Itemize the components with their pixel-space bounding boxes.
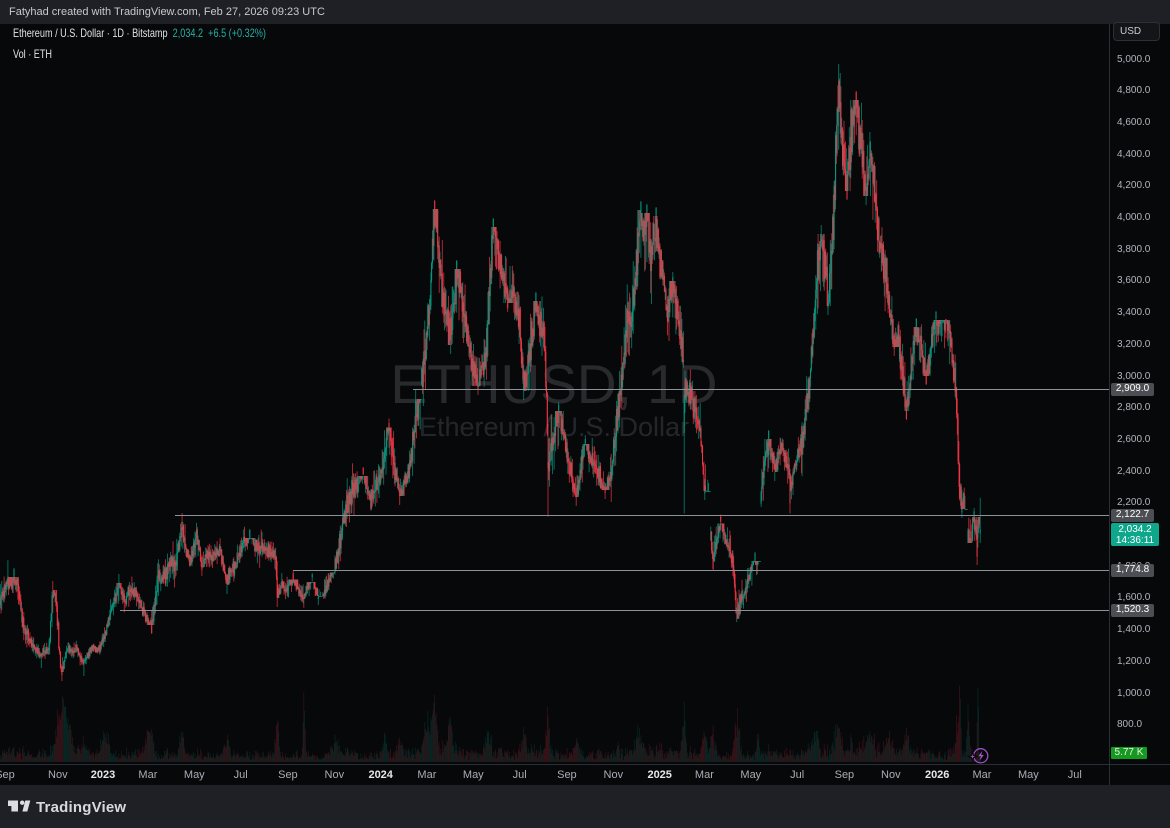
svg-text:ETHUSD, 1D: ETHUSD, 1D (391, 353, 718, 415)
